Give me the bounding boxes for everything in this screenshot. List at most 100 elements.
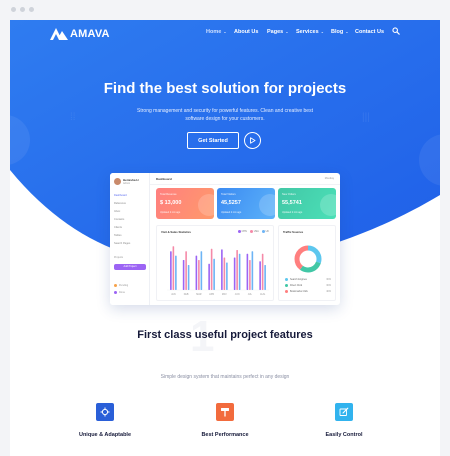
chart-tick-label: JUN (235, 293, 240, 296)
nav-item-pages[interactable]: Pages ⌄ (267, 29, 289, 35)
chart-bar (187, 265, 190, 290)
bar-chart: JAN FEB MAR APR MAY JUN JUL AUG (167, 246, 269, 296)
dashboard-header: Dashboard Monday (150, 173, 340, 185)
nav-item-services[interactable]: Services ⌄ (296, 29, 324, 35)
legend-label: Bookmarks Click (290, 290, 308, 294)
chart-bar (233, 257, 236, 290)
legend-pending: Pending (114, 284, 128, 287)
chevron-down-icon: ⌄ (345, 29, 349, 34)
chart-tick-label: JUL (248, 293, 253, 296)
dashboard-mockup: Hemisha H Admin Dashboard Reference Inbo… (110, 173, 340, 305)
stat-card-orders: New Orders 55,5741 Updated 2 min ago (278, 188, 336, 219)
dashboard-user-role: Admin (123, 182, 131, 185)
search-icon[interactable] (392, 27, 400, 35)
chart-bar (182, 260, 185, 290)
stat-value: 45,5257 (221, 200, 241, 206)
edit-icon (339, 407, 349, 416)
sidebar-item[interactable]: Dashboard (114, 192, 148, 200)
play-video-button[interactable] (244, 132, 261, 149)
hero-title: Find the best solution for projects (103, 80, 347, 97)
dashboard-meta: Monday (324, 177, 334, 180)
feature-label: Unique & Adaptable (78, 432, 132, 438)
chevron-down-icon: ⌄ (223, 29, 227, 34)
chart-tick-label: MAY (222, 293, 227, 296)
chart-bar (251, 251, 254, 290)
legend-done: Done (114, 291, 125, 294)
sidebar-item[interactable]: Clients (114, 224, 148, 232)
feature-label: Best Performance (201, 432, 249, 438)
sidebar-item[interactable]: Inbox (114, 208, 148, 216)
features-subtitle: Simple design system that maintains perf… (160, 374, 290, 380)
feature-icon-box (335, 403, 353, 421)
sidebar-item[interactable]: Tables (114, 232, 148, 240)
chart-bar (200, 251, 203, 290)
chart-bar (208, 263, 210, 290)
chart-bar (226, 262, 228, 290)
donut-chart-panel: Traffic Sources Search Engines 30% Direct… (278, 225, 336, 301)
stat-value: 55,5741 (282, 200, 302, 206)
legend-label: Pending (119, 284, 129, 288)
chevron-down-icon: ⌄ (285, 29, 289, 34)
window-dot-icon[interactable] (20, 7, 25, 12)
hero-subtitle: Strong management and security for power… (137, 108, 313, 122)
chart-bar (221, 249, 223, 291)
chart-bar (172, 246, 175, 290)
projects-label: Projects (114, 256, 124, 259)
stat-card-revenue: Total Revenue $ 13,000 Updated 2 min ago (156, 188, 214, 219)
bar-chart-panel: Visit & Sales Statistics CHN USA UK JAN F… (156, 225, 274, 301)
dashboard-side-menu: Dashboard Reference Inbox Contacts Clien… (114, 192, 148, 248)
nav-item-about[interactable]: About Us (234, 29, 258, 35)
legend-label: Direct Click (290, 284, 303, 288)
chart-bar (236, 250, 238, 290)
stat-label: Total Visitors (221, 193, 236, 196)
chart-bar (238, 253, 241, 290)
feature-control[interactable]: Easily Control (294, 403, 394, 438)
play-icon (250, 137, 256, 144)
chart-tick-label: MAR (196, 293, 202, 296)
stat-sub: Updated 2 min ago (221, 211, 242, 214)
chart-tick-label: JAN (171, 293, 176, 296)
features-title: First class useful project features (137, 329, 313, 341)
avatar (114, 178, 121, 185)
feature-unique[interactable]: Unique & Adaptable (55, 403, 155, 438)
nav-item-label: Contact Us (355, 29, 385, 35)
legend-label: Done (119, 291, 125, 295)
legend-label: Search Engines (290, 278, 307, 282)
nav-item-contact[interactable]: Contact Us (355, 29, 384, 35)
feature-performance[interactable]: Best Performance (175, 403, 275, 438)
crosshair-icon (100, 407, 110, 417)
card-decoration (259, 194, 275, 216)
nav-item-blog[interactable]: Blog ⌄ (331, 29, 349, 35)
legend-dot-icon (114, 284, 117, 287)
paint-roller-icon (221, 408, 229, 417)
brand-logo[interactable]: AMAVA (50, 28, 110, 40)
nav-item-home[interactable]: Home ⌄ (206, 29, 227, 35)
donut-legend-item: Bookmarks Click 40% (285, 290, 333, 293)
chart-bar (195, 255, 198, 291)
feature-icon-box (96, 403, 114, 421)
chart-bar (264, 265, 266, 290)
legend-swatch (285, 278, 288, 281)
card-decoration (320, 194, 336, 216)
add-project-button[interactable]: Add Project (114, 264, 146, 270)
svg-text:|||: ||| (362, 112, 370, 123)
legend-value: 30% (326, 278, 331, 281)
stat-card-visitors: Total Visitors 45,5257 Updated 2 min ago (217, 188, 275, 219)
chart-tick-label: FEB (184, 293, 189, 296)
sidebar-item[interactable]: Contacts (114, 216, 148, 224)
get-started-button[interactable]: Get Started (187, 132, 239, 149)
sidebar-item[interactable]: Search Pages (114, 240, 148, 248)
nav-item-label: Home (206, 29, 222, 35)
top-navigation: AMAVA Home ⌄ About Us Pages ⌄ Services ⌄ Bl… (10, 20, 440, 48)
legend-value: 40% (326, 290, 331, 293)
stat-value: $ 13,000 (160, 200, 182, 206)
landing-page: ||| ⁞⁞ AMAVA Home ⌄ About Us Pages ⌄ Servi… (10, 20, 440, 456)
legend-swatch (285, 290, 288, 293)
chevron-down-icon: ⌄ (320, 29, 324, 34)
chart-bar (175, 255, 177, 291)
sidebar-item[interactable]: Reference (114, 200, 148, 208)
chart-bar (170, 251, 172, 290)
window-dot-icon[interactable] (29, 7, 34, 12)
window-dot-icon[interactable] (11, 7, 16, 12)
chart-bar (213, 258, 215, 290)
